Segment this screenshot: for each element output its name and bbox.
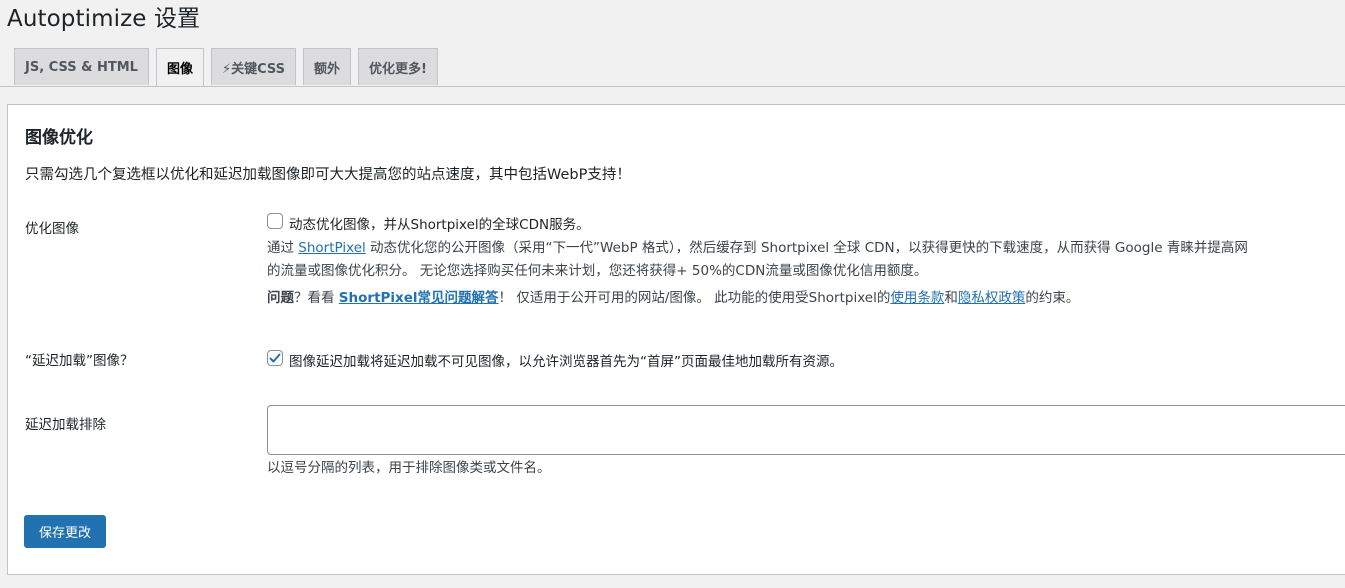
and-text: 和 [944,290,958,306]
optimize-desc-rest: 动态优化您的公开图像（采用“下一代”WebP 格式），然后缓存到 Shortpi… [365,240,1248,256]
shortpixel-link[interactable]: ShortPixel [298,240,365,256]
tab-divider [0,86,1345,87]
section-description: 只需勾选几个复选框以优化和延迟加载图像即可大大提高您的站点速度，其中包括WebP… [25,167,631,183]
tab-optimize-more[interactable]: 优化更多! [358,48,438,85]
save-changes-button[interactable]: 保存更改 [24,515,106,548]
terms-of-use-link[interactable]: 使用条款 [890,290,944,306]
faq-mid: ？看看 [294,290,339,306]
lazyload-label: “延迟加载”图像？ [25,353,134,369]
lazyload-checkbox[interactable] [267,350,283,366]
tab-critical-css[interactable]: ⚡关键CSS [210,48,297,85]
optimize-images-label: 优化图像 [25,221,79,237]
lazyload-exclusions-label: 延迟加载排除 [25,417,106,433]
optimize-desc-prefix: 通过 [267,240,299,256]
settings-panel: 图像优化 只需勾选几个复选框以优化和延迟加载图像即可大大提高您的站点速度，其中包… [7,104,1345,575]
lazyload-checkbox-label[interactable]: 图像延迟加载将延迟加载不可见图像，以允许浏览器首先为“首屏”页面最佳地加载所有资… [289,350,843,370]
lazyload-exclusions-help: 以逗号分隔的列表，用于排除图像类或文件名。 [267,460,551,476]
faq-suffix: 的约束。 [1025,290,1080,306]
optimize-faq-line: 问题？看看 ShortPixel常见问题解答！ 仅适用于公开可用的网站/图像。 … [267,287,1079,310]
optimize-images-checkbox[interactable] [267,213,283,229]
shortpixel-faq-link[interactable]: ShortPixel常见问题解答 [339,290,499,306]
checkmark-icon [269,353,281,363]
optimize-description-line2: 的流量或图像优化积分。 无论您选择购买任何未来计划，您还将获得+ 50%的CDN… [267,263,928,279]
tab-js-css-html[interactable]: JS, CSS & HTML [14,48,149,85]
tab-extra[interactable]: 额外 [303,48,352,85]
optimize-images-checkbox-label[interactable]: 动态优化图像，并从Shortpixel的全球CDN服务。 [289,213,590,233]
settings-tabs: JS, CSS & HTML 图像 ⚡关键CSS 额外 优化更多! [14,48,438,87]
optimize-description-line1: 通过 ShortPixel 动态优化您的公开图像（采用“下一代”WebP 格式）… [267,237,1248,260]
section-title: 图像优化 [25,128,93,148]
faq-after: ！ 仅适用于公开可用的网站/图像。 此功能的使用受Shortpixel的 [498,290,891,306]
privacy-policy-link[interactable]: 隐私权政策 [958,290,1026,306]
faq-question-label: 问题 [267,290,294,306]
tab-images[interactable]: 图像 [155,48,204,87]
page-title: Autoptimize 设置 [7,6,201,32]
lazyload-exclusions-input[interactable] [267,405,1345,455]
